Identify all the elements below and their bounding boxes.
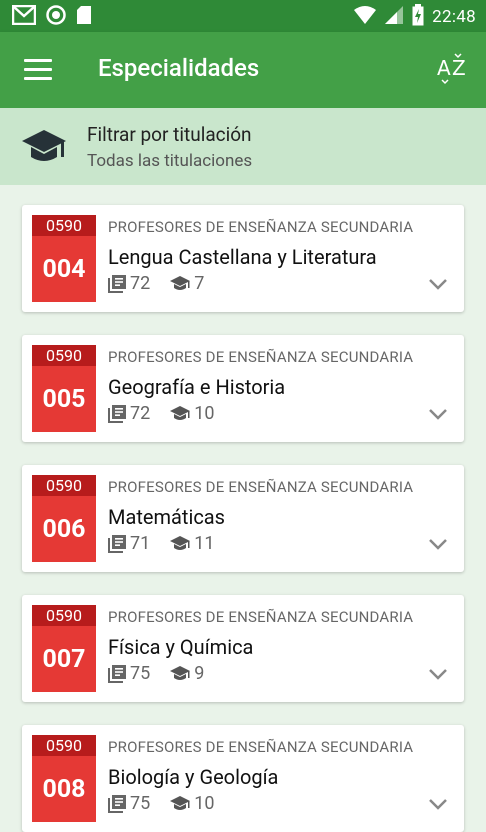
specialty-card[interactable]: 0590 007 PROFESORES DE ENSEÑANZA SECUNDA… (22, 595, 464, 702)
chevron-down-icon[interactable] (428, 667, 448, 681)
topics-count: 72 (130, 273, 151, 294)
degrees-cap-icon (170, 535, 191, 550)
degrees-count: 10 (194, 793, 215, 814)
specialty-category: PROFESORES DE ENSEÑANZA SECUNDARIA (108, 478, 414, 496)
topics-count: 75 (130, 793, 151, 814)
topics-count: 72 (130, 403, 151, 424)
sort-az-button[interactable]: A Z (436, 52, 470, 86)
group-code: 0590 (32, 735, 96, 756)
sd-card-icon (76, 5, 92, 29)
specialty-code-badge: 0590 006 (32, 475, 96, 562)
degrees-count: 9 (194, 663, 205, 684)
filter-title: Filtrar por titulación (87, 123, 252, 146)
specialty-code: 007 (42, 645, 86, 674)
degrees-count: 10 (194, 403, 215, 424)
specialty-category: PROFESORES DE ENSEÑANZA SECUNDARIA (108, 348, 414, 366)
topics-book-icon (108, 404, 126, 423)
specialty-category: PROFESORES DE ENSEÑANZA SECUNDARIA (108, 218, 414, 236)
battery-charging-icon (412, 4, 424, 30)
topics-count: 71 (130, 533, 151, 554)
page-title: Especialidades (98, 54, 260, 82)
svg-text:Z: Z (452, 56, 466, 80)
wifi-icon (354, 5, 377, 29)
specialty-name: Lengua Castellana y Literatura (108, 245, 377, 269)
record-icon (46, 5, 66, 29)
degrees-count: 11 (194, 533, 215, 554)
specialty-code-badge: 0590 005 (32, 345, 96, 432)
topics-count: 75 (130, 663, 151, 684)
chevron-down-icon[interactable] (428, 537, 448, 551)
specialty-name: Matemáticas (108, 505, 225, 529)
specialty-code-badge: 0590 004 (32, 215, 96, 302)
specialty-code-badge: 0590 008 (32, 735, 96, 822)
specialty-code: 005 (42, 385, 86, 414)
topics-book-icon (108, 664, 126, 683)
specialty-card[interactable]: 0590 006 PROFESORES DE ENSEÑANZA SECUNDA… (22, 465, 464, 572)
graduation-cap-icon (22, 128, 66, 170)
specialty-card[interactable]: 0590 005 PROFESORES DE ENSEÑANZA SECUNDA… (22, 335, 464, 442)
specialty-code-badge: 0590 007 (32, 605, 96, 692)
specialty-name: Física y Química (108, 635, 254, 659)
sort-alphabetical-icon: A Z (437, 53, 466, 85)
signal-icon (384, 5, 404, 29)
topics-book-icon (108, 534, 126, 553)
specialty-card[interactable]: 0590 004 PROFESORES DE ENSEÑANZA SECUNDA… (22, 205, 464, 312)
app-bar: Especialidades A Z (0, 32, 486, 108)
specialty-code: 006 (42, 515, 86, 544)
specialty-name: Biología y Geología (108, 765, 279, 789)
degrees-count: 7 (194, 273, 205, 294)
clock: 22:48 (432, 7, 476, 27)
degrees-cap-icon (170, 405, 191, 420)
group-code: 0590 (32, 345, 96, 366)
specialty-code: 004 (42, 255, 86, 284)
degrees-cap-icon (170, 275, 191, 290)
specialty-category: PROFESORES DE ENSEÑANZA SECUNDARIA (108, 738, 414, 756)
degrees-cap-icon (170, 665, 191, 680)
chevron-down-icon[interactable] (428, 797, 448, 811)
hamburger-menu-icon[interactable] (24, 59, 52, 81)
chevron-down-icon[interactable] (428, 277, 448, 291)
group-code: 0590 (32, 215, 96, 236)
gmail-icon (11, 4, 37, 29)
topics-book-icon (108, 274, 126, 293)
filter-by-degree-button[interactable]: Filtrar por titulación Todas las titulac… (0, 108, 486, 185)
specialty-category: PROFESORES DE ENSEÑANZA SECUNDARIA (108, 608, 414, 626)
status-bar: 22:48 (0, 0, 486, 32)
topics-book-icon (108, 794, 126, 813)
degrees-cap-icon (170, 795, 191, 810)
chevron-down-icon[interactable] (428, 407, 448, 421)
filter-selection: Todas las titulaciones (87, 151, 253, 171)
svg-text:A: A (437, 56, 451, 80)
group-code: 0590 (32, 475, 96, 496)
specialty-name: Geografía e Historia (108, 375, 286, 399)
specialty-card[interactable]: 0590 008 PROFESORES DE ENSEÑANZA SECUNDA… (22, 725, 464, 832)
group-code: 0590 (32, 605, 96, 626)
